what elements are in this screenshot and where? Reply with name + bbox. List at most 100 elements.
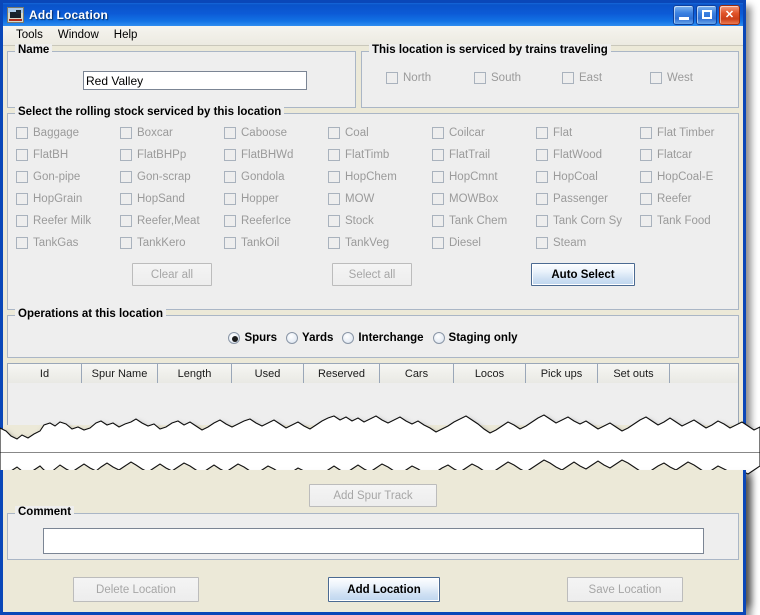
save-location-button[interactable]: Save Location (567, 577, 683, 602)
checkbox-box-icon (536, 215, 548, 227)
checkbox-east[interactable]: East (562, 72, 650, 84)
checkbox-label: TankVeg (345, 237, 389, 249)
radio-yards[interactable]: Yards (286, 332, 333, 344)
checkbox-hopsand[interactable]: HopSand (120, 193, 224, 205)
checkbox-passenger[interactable]: Passenger (536, 193, 640, 205)
radio-staging-only[interactable]: Staging only (433, 332, 518, 344)
checkbox-flatcar[interactable]: Flatcar (640, 149, 744, 161)
minimize-button[interactable] (673, 5, 694, 25)
checkbox-tank-food[interactable]: Tank Food (640, 215, 744, 227)
checkbox-hopcmnt[interactable]: HopCmnt (432, 171, 536, 183)
checkbox-label: Reefer,Meat (137, 215, 200, 227)
checkbox-tankgas[interactable]: TankGas (16, 237, 120, 249)
train-direction-legend: This location is serviced by trains trav… (369, 44, 611, 56)
checkbox-gondola[interactable]: Gondola (224, 171, 328, 183)
checkbox-flatbhpp[interactable]: FlatBHPp (120, 149, 224, 161)
menu-help[interactable]: Help (107, 27, 146, 44)
select-all-button[interactable]: Select all (332, 263, 412, 286)
close-button[interactable]: ✕ (719, 5, 740, 25)
checkbox-flat[interactable]: Flat (536, 127, 640, 139)
clear-all-button[interactable]: Clear all (132, 263, 212, 286)
checkbox-hopcoal-e[interactable]: HopCoal-E (640, 171, 744, 183)
checkbox-box-icon (650, 72, 662, 84)
checkbox-mowbox[interactable]: MOWBox (432, 193, 536, 205)
checkbox-flat-timber[interactable]: Flat Timber (640, 127, 744, 139)
comment-input[interactable] (43, 528, 704, 554)
checkbox-label: Reefer Milk (33, 215, 91, 227)
checkbox-flatbhwd[interactable]: FlatBHWd (224, 149, 328, 161)
maximize-button[interactable] (696, 5, 717, 25)
checkbox-hopchem[interactable]: HopChem (328, 171, 432, 183)
checkbox-north[interactable]: North (386, 72, 474, 84)
checkbox-hopgrain[interactable]: HopGrain (16, 193, 120, 205)
checkbox-label: Reefer (657, 193, 692, 205)
column-header-blank[interactable] (670, 364, 738, 383)
checkbox-flatbh[interactable]: FlatBH (16, 149, 120, 161)
add-spur-track-button[interactable]: Add Spur Track (309, 484, 437, 507)
checkbox-steam[interactable]: Steam (536, 237, 640, 249)
checkbox-box-icon (16, 237, 28, 249)
checkbox-hopcoal[interactable]: HopCoal (536, 171, 640, 183)
checkbox-south[interactable]: South (474, 72, 562, 84)
checkbox-label: FlatBHWd (241, 149, 293, 161)
checkbox-box-icon (536, 193, 548, 205)
checkbox-box-icon (432, 171, 444, 183)
checkbox-box-icon (536, 171, 548, 183)
checkbox-boxcar[interactable]: Boxcar (120, 127, 224, 139)
radio-label: Interchange (358, 332, 423, 344)
column-header-locos[interactable]: Locos (454, 364, 526, 383)
checkbox-coal[interactable]: Coal (328, 127, 432, 139)
checkbox-flatwood[interactable]: FlatWood (536, 149, 640, 161)
checkbox-tank-corn-sy[interactable]: Tank Corn Sy (536, 215, 640, 227)
checkbox-tankveg[interactable]: TankVeg (328, 237, 432, 249)
checkbox-reefer-milk[interactable]: Reefer Milk (16, 215, 120, 227)
checkbox-label: TankGas (33, 237, 78, 249)
radio-spurs[interactable]: Spurs (228, 332, 277, 344)
checkbox-label: HopChem (345, 171, 397, 183)
auto-select-button[interactable]: Auto Select (531, 263, 635, 286)
checkbox-mow[interactable]: MOW (328, 193, 432, 205)
checkbox-label: Stock (345, 215, 374, 227)
radio-interchange[interactable]: Interchange (342, 332, 423, 344)
location-name-input[interactable] (83, 71, 307, 90)
column-header-id[interactable]: Id (8, 364, 82, 383)
checkbox-stock[interactable]: Stock (328, 215, 432, 227)
checkbox-diesel[interactable]: Diesel (432, 237, 536, 249)
checkbox-label: Gondola (241, 171, 284, 183)
column-header-reserved[interactable]: Reserved (304, 364, 380, 383)
top-row: Name This location is serviced by trains… (7, 51, 739, 113)
checkbox-label: FlatTrail (449, 149, 490, 161)
menu-tools[interactable]: Tools (9, 27, 51, 44)
checkbox-label: Tank Food (657, 215, 711, 227)
checkbox-flattrail[interactable]: FlatTrail (432, 149, 536, 161)
add-location-button[interactable]: Add Location (328, 577, 440, 602)
checkbox-flattimb[interactable]: FlatTimb (328, 149, 432, 161)
checkbox-coilcar[interactable]: Coilcar (432, 127, 536, 139)
name-group-legend: Name (15, 44, 52, 56)
checkbox-reeferice[interactable]: ReeferIce (224, 215, 328, 227)
checkbox-box-icon (536, 149, 548, 161)
column-header-cars[interactable]: Cars (380, 364, 454, 383)
radio-label: Spurs (244, 332, 277, 344)
column-header-used[interactable]: Used (232, 364, 304, 383)
menu-window[interactable]: Window (51, 27, 107, 44)
column-header-set-outs[interactable]: Set outs (598, 364, 670, 383)
checkbox-gon-pipe[interactable]: Gon-pipe (16, 171, 120, 183)
checkbox-label: FlatBHPp (137, 149, 186, 161)
checkbox-hopper[interactable]: Hopper (224, 193, 328, 205)
checkbox-box-icon (120, 149, 132, 161)
checkbox-caboose[interactable]: Caboose (224, 127, 328, 139)
checkbox-tankkero[interactable]: TankKero (120, 237, 224, 249)
delete-location-button[interactable]: Delete Location (73, 577, 199, 602)
checkbox-reefer-meat[interactable]: Reefer,Meat (120, 215, 224, 227)
checkbox-baggage[interactable]: Baggage (16, 127, 120, 139)
column-header-length[interactable]: Length (158, 364, 232, 383)
checkbox-tank-chem[interactable]: Tank Chem (432, 215, 536, 227)
checkbox-tankoil[interactable]: TankOil (224, 237, 328, 249)
checkbox-west[interactable]: West (650, 72, 738, 84)
column-header-spur-name[interactable]: Spur Name (82, 364, 158, 383)
checkbox-gon-scrap[interactable]: Gon-scrap (120, 171, 224, 183)
column-header-pick-ups[interactable]: Pick ups (526, 364, 598, 383)
window-titlebar[interactable]: Add Location ✕ (3, 0, 743, 26)
checkbox-reefer[interactable]: Reefer (640, 193, 744, 205)
